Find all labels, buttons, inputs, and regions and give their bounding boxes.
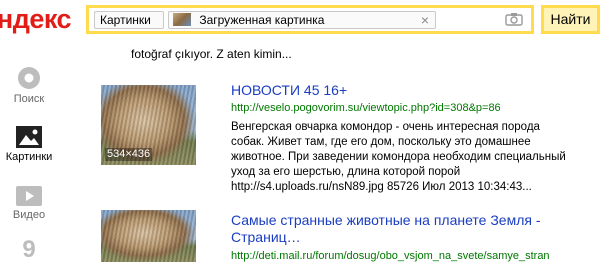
search-kind-label: Картинки: [100, 13, 151, 27]
result-thumbnail[interactable]: 534×436: [101, 85, 196, 165]
sidebar-item-more[interactable]: 9: [0, 236, 58, 262]
video-play-icon: [16, 186, 42, 206]
result-thumbnail[interactable]: [101, 210, 196, 262]
sidebar-item-label: Картинки: [5, 151, 53, 163]
picture-icon: [16, 126, 42, 148]
search-kind-chip[interactable]: Картинки: [94, 11, 164, 29]
result-title-link[interactable]: НОВОСТИ 45 16+: [231, 82, 347, 99]
uploaded-image-chip[interactable]: Загруженная картинка ×: [168, 11, 436, 29]
search-circle-icon: [18, 67, 40, 89]
partial-snippet: fotoğraf çıkıyor. Z aten kimin...: [131, 47, 292, 61]
search-box[interactable]: Картинки Загруженная картинка ×: [86, 5, 534, 34]
find-button-label: Найти: [544, 8, 597, 31]
result-title-link[interactable]: Самые странные животные на планете Земля…: [231, 212, 551, 246]
sidebar-item-search[interactable]: Поиск: [0, 66, 58, 105]
sidebar-item-label: 9: [22, 236, 36, 262]
sidebar-item-label: Поиск: [13, 93, 45, 105]
result-url[interactable]: http://veselo.pogovorim.su/viewtopic.php…: [231, 102, 501, 114]
find-button[interactable]: Найти: [541, 5, 600, 34]
camera-icon[interactable]: [505, 12, 523, 26]
uploaded-image-label: Загруженная картинка: [199, 13, 325, 27]
sidebar-item-images[interactable]: Картинки: [0, 126, 58, 163]
header: Яндекс Картинки Загруженная картинка × Н…: [0, 0, 600, 40]
yandex-logo[interactable]: Яндекс: [0, 4, 72, 35]
thumbnail-size-label: 534×436: [105, 148, 153, 161]
result-description: Венгерская овчарка комондор - очень инте…: [231, 121, 566, 193]
result-url[interactable]: http://deti.mail.ru/forum/dosug/obo_vsjo…: [231, 250, 550, 262]
sidebar-item-video[interactable]: Видео: [0, 186, 58, 221]
sidebar-item-label: Видео: [12, 209, 46, 221]
uploaded-image-thumbnail: [173, 13, 191, 26]
close-icon[interactable]: ×: [421, 12, 429, 28]
